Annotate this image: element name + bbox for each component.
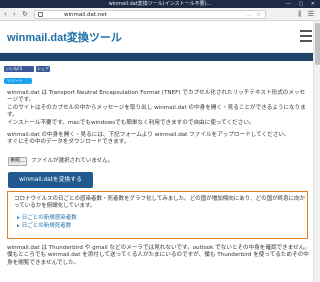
address-bar[interactable]: winmail.dat.net … ☆ [34, 10, 266, 19]
back-icon[interactable]: ‹ [4, 8, 7, 21]
window-controls[interactable]: — ▢ ✕ [286, 0, 318, 8]
footer-line-2: 僕もところでも winmail.dat を添付して送ってくる人がたまにいるのです… [7, 252, 309, 266]
file-status-text: ファイルが選択されていません。 [31, 158, 114, 164]
upload-line-2: すぐにその中のデータをダウンロードできます。 [7, 139, 130, 146]
lock-icon [38, 12, 43, 17]
reload-icon[interactable]: ↻ [22, 8, 28, 21]
browser-toolbar: ‹ › ↻ winmail.dat.net … ☆ ⫼ ☰ [0, 8, 320, 21]
facebook-like-button[interactable]: いいね!0 [4, 66, 34, 72]
link-new-deaths[interactable]: ▸ 日ごとの新規死者数 [17, 223, 77, 231]
intro-line-3: インストール不要です。macでもwindowsでも簡単なく利用できますので自由に… [7, 119, 255, 126]
link-new-cases[interactable]: ▸ 日ごとの新規感染者数 [17, 215, 77, 223]
window-title: winmail.dat変換ツール(インストール不要)... [108, 1, 212, 7]
page-scrollbar[interactable] [313, 21, 320, 282]
intro-paragraph: winmail.dat は Transport Neutral Encapsul… [7, 90, 310, 127]
header-band [0, 53, 313, 61]
notice-text: コロナウイルスの日ごとの感染者数・死者数をグラフ化してみました。どの国が増加傾向… [14, 196, 306, 210]
facebook-share-button[interactable]: シェア [36, 66, 50, 72]
forward-icon[interactable]: › [13, 8, 16, 21]
intro-line-2: このサイトはそのカプセルの中からメッセージを取り出し winmail.dat の… [7, 104, 306, 119]
notice-links: ▸ 日ごとの新規感染者数 ▸ 日ごとの新規死者数 [17, 215, 77, 230]
hamburger-menu-icon[interactable] [300, 30, 312, 42]
page-actions-icon[interactable]: … ☆ [247, 11, 262, 19]
convert-button[interactable]: winmail.datを変換する [8, 172, 93, 188]
site-header: winmail.dat変換ツール [0, 21, 320, 53]
upload-instructions: winmail.dat の中身を開く・見るには、下記フォームより winmail… [7, 132, 310, 147]
intro-line-1: winmail.dat は Transport Neutral Encapsul… [7, 90, 306, 104]
site-title[interactable]: winmail.dat変換ツール [7, 29, 122, 45]
notice-box: コロナウイルスの日ごとの感染者数・死者数をグラフ化してみました。どの国が増加傾向… [7, 191, 308, 239]
menu-icon[interactable]: ⫼ ☰ [298, 8, 316, 21]
tweet-button[interactable]: ツイート [4, 78, 32, 84]
url-text[interactable]: winmail.dat.net [64, 11, 107, 19]
scrollbar-thumb[interactable] [315, 23, 320, 65]
window-titlebar: winmail.dat変換ツール(インストール不要)... — ▢ ✕ [0, 0, 320, 8]
footer-paragraph: winmail.dat は Thunderbird や gmail などのメーラ… [7, 245, 310, 267]
file-browse-button[interactable]: 参照... [8, 157, 27, 166]
